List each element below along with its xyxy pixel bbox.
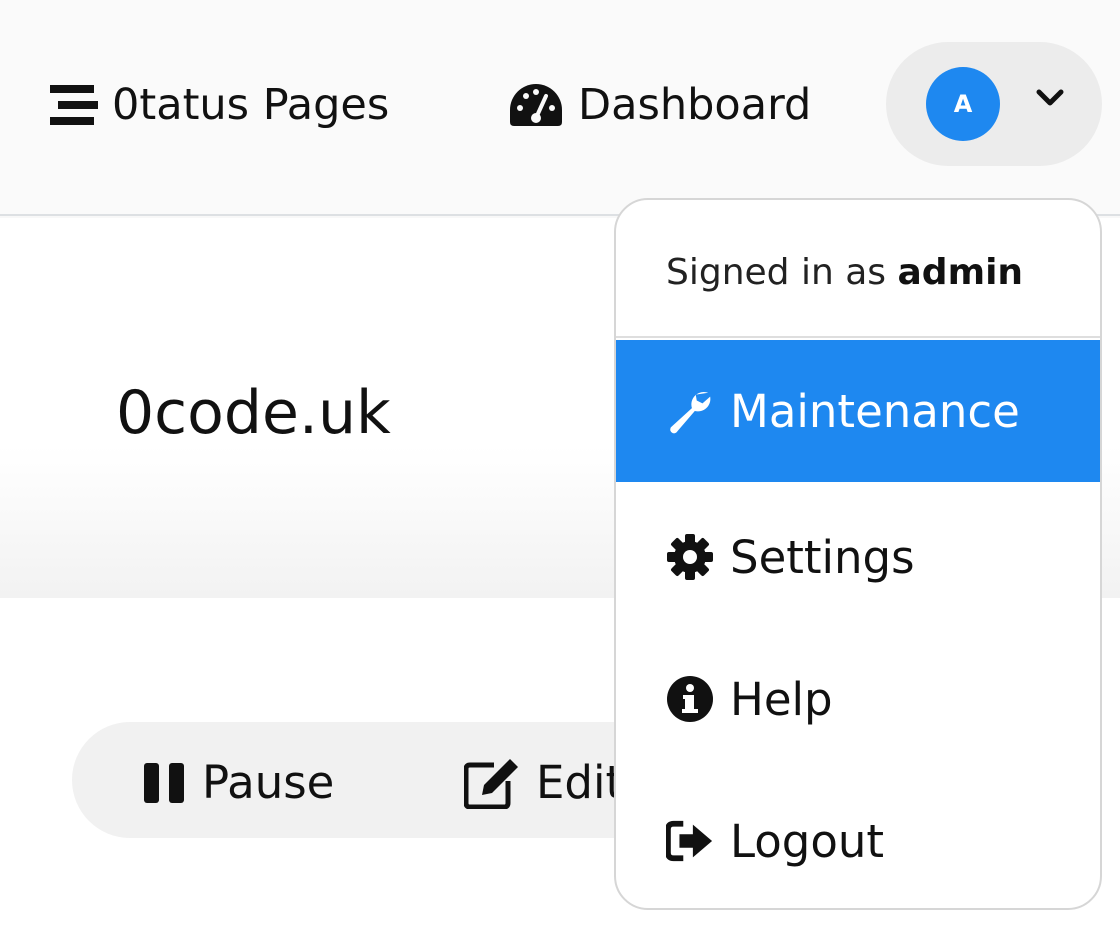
gear-icon xyxy=(666,533,714,581)
info-circle-icon xyxy=(666,675,714,723)
pause-icon xyxy=(142,761,186,805)
signed-in-text: Signed in as admin xyxy=(666,252,1023,293)
signed-in-prefix: Signed in as xyxy=(666,252,898,293)
nav-status-pages-label: 0tatus Pages xyxy=(112,80,390,130)
menu-item-settings[interactable]: Settings xyxy=(616,486,1100,628)
logout-icon xyxy=(666,819,714,863)
signed-in-username: admin xyxy=(897,252,1024,293)
edit-button[interactable]: Edit xyxy=(464,756,623,809)
menu-item-settings-label: Settings xyxy=(730,530,915,584)
menu-item-maintenance[interactable]: Maintenance xyxy=(616,340,1100,482)
avatar: A xyxy=(926,67,1000,141)
menu-item-help-label: Help xyxy=(730,672,833,726)
monitor-title: 0code.uk xyxy=(116,378,391,448)
menu-item-logout[interactable]: Logout xyxy=(616,770,1100,908)
edit-label: Edit xyxy=(536,756,624,809)
tachometer-icon xyxy=(508,82,564,128)
pause-button[interactable]: Pause xyxy=(142,756,334,809)
nav-dashboard-label: Dashboard xyxy=(578,80,812,130)
profile-dropdown-menu: Signed in as admin Maintenance Settings … xyxy=(614,198,1102,910)
stream-icon xyxy=(50,83,98,127)
pause-label: Pause xyxy=(202,756,335,809)
profile-menu-toggle[interactable]: A xyxy=(886,42,1102,166)
menu-item-logout-label: Logout xyxy=(730,814,885,868)
edit-icon xyxy=(464,757,520,809)
wrench-icon xyxy=(666,386,714,436)
chevron-down-icon xyxy=(1036,88,1064,108)
menu-item-maintenance-label: Maintenance xyxy=(730,384,1020,438)
menu-item-help[interactable]: Help xyxy=(616,628,1100,770)
nav-dashboard[interactable]: Dashboard xyxy=(508,80,811,130)
nav-status-pages[interactable]: 0tatus Pages xyxy=(50,80,389,130)
dropdown-divider xyxy=(616,336,1100,338)
